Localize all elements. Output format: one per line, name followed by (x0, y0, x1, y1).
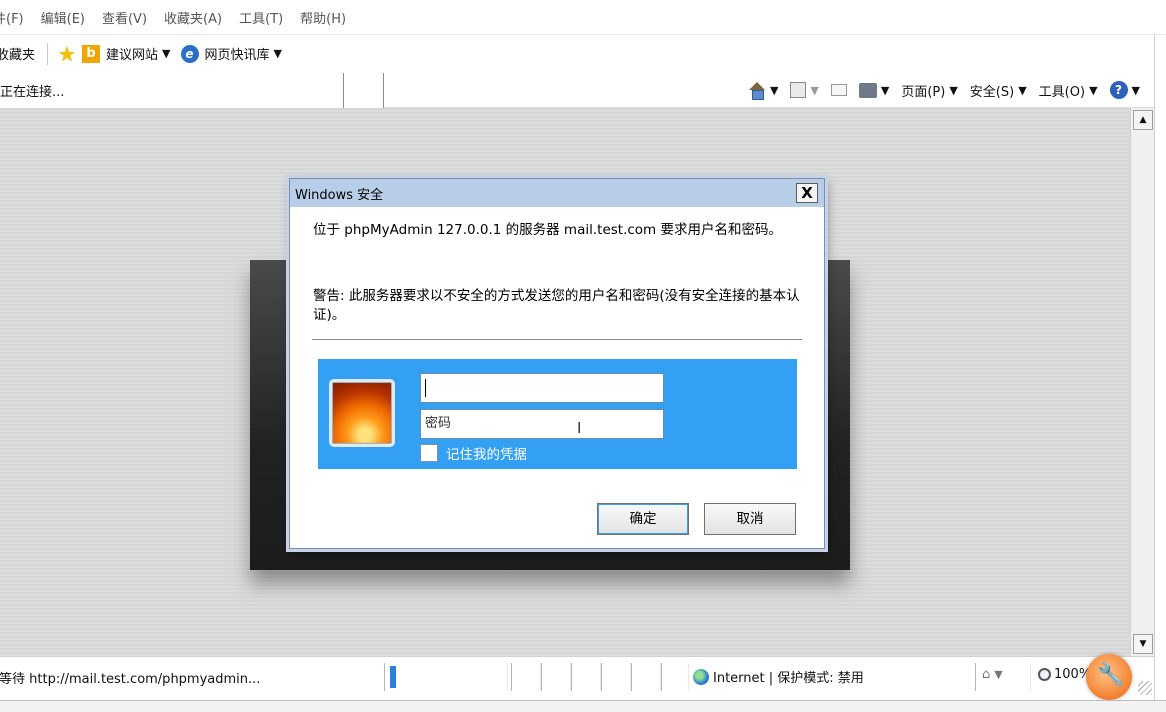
dialog-title-bar[interactable]: Windows 安全 (290, 179, 824, 207)
menu-help[interactable]: 帮助(H) (300, 8, 346, 27)
menu-edit[interactable]: 编辑(E) (41, 8, 85, 27)
remember-credentials[interactable]: 记住我的凭据 (420, 443, 527, 463)
protected-mode-button[interactable]: ⌂ ▼ (982, 667, 1003, 682)
text-caret (425, 378, 426, 397)
status-panel (571, 663, 601, 691)
home-button[interactable]: ▼ (748, 82, 779, 100)
add-favorite-star-icon[interactable] (58, 42, 76, 66)
tab-title: 正在连接... (0, 85, 65, 100)
credential-tile: 密码 I 记住我的凭据 (318, 359, 797, 469)
menu-file[interactable]: 件(F) (0, 8, 24, 27)
dialog-warning: 警告: 此服务器要求以不安全的方式发送您的用户名和密码(没有安全连接的基本认证)… (313, 288, 800, 323)
status-bar: 等待 http://mail.test.com/phpmyadmin... In… (0, 656, 1154, 700)
tools-menu-label: 工具(O) (1038, 84, 1086, 100)
help-icon: ? (1109, 81, 1128, 99)
scroll-down-button[interactable]: ▼ (1133, 634, 1153, 654)
new-tab-button[interactable] (344, 73, 384, 108)
chevron-down-icon: ▼ (1018, 83, 1027, 97)
suggested-sites-label: 建议网站 (106, 48, 159, 63)
resize-grip[interactable] (1138, 681, 1152, 695)
page-menu-button[interactable]: 页面(P) ▼ (901, 81, 957, 100)
web-slice-gallery-label: 网页快讯库 (204, 48, 270, 63)
command-bar: 正在连接... ▼ ▼ ▼ 页面(P) ▼ 安全(S) ▼ 工具(O) ▼ ? … (0, 72, 1166, 108)
username-field[interactable] (420, 373, 664, 403)
chevron-down-icon: ▼ (162, 47, 171, 60)
cancel-button[interactable]: 取消 (704, 503, 796, 535)
text-cursor-icon: I (577, 419, 582, 437)
menu-tools[interactable]: 工具(T) (239, 8, 283, 27)
chevron-down-icon: ▼ (1089, 83, 1098, 97)
mail-icon (830, 84, 847, 96)
favorites-button[interactable]: 收藏夹 (0, 44, 35, 63)
favorites-bar: 收藏夹 b 建议网站 ▼ e 网页快讯库 ▼ (0, 35, 1166, 72)
window-edge (1154, 35, 1166, 712)
remember-checkbox[interactable] (420, 444, 438, 462)
chevron-down-icon: ▼ (949, 83, 958, 97)
home-icon (748, 82, 766, 100)
tools-menu-button[interactable]: 工具(O) ▼ (1039, 81, 1098, 100)
progress-panel (384, 663, 508, 691)
close-button[interactable]: X (796, 183, 818, 203)
safety-menu-label: 安全(S) (969, 84, 1015, 100)
rss-icon (790, 82, 807, 98)
globe-icon (693, 668, 709, 685)
vertical-scrollbar[interactable]: ▲ ▼ (1130, 108, 1154, 656)
status-panel (511, 663, 541, 691)
password-field[interactable]: 密码 I (420, 409, 664, 439)
chevron-down-icon: ▼ (994, 668, 1003, 681)
status-text: 等待 http://mail.test.com/phpmyadmin... (0, 672, 261, 687)
read-mail-button[interactable] (830, 84, 847, 96)
command-buttons: ▼ ▼ ▼ 页面(P) ▼ 安全(S) ▼ 工具(O) ▼ ? ▼ (736, 78, 1140, 102)
suggested-sites-button[interactable]: b 建议网站 ▼ (82, 44, 171, 63)
taskbar-edge (0, 700, 1166, 712)
shield-icon: ⌂ (982, 667, 991, 682)
print-button[interactable]: ▼ (858, 82, 890, 98)
menu-view[interactable]: 查看(V) (102, 8, 147, 27)
safety-menu-button[interactable]: 安全(S) ▼ (970, 81, 1027, 100)
status-panel (631, 663, 661, 691)
dialog-title: Windows 安全 (295, 187, 384, 203)
ok-button[interactable]: 确定 (597, 503, 689, 535)
chevron-down-icon: ▼ (880, 83, 890, 97)
chevron-down-icon: ▼ (1131, 83, 1140, 97)
zoom-button[interactable]: 100% (1038, 667, 1091, 682)
windows-security-dialog: Windows 安全 X 位于 phpMyAdmin 127.0.0.1 的服务… (289, 178, 825, 549)
menu-bar: 件(F) 编辑(E) 查看(V) 收藏夹(A) 工具(T) 帮助(H) (0, 0, 1166, 35)
chevron-down-icon: ▼ (769, 83, 779, 97)
ie-icon: e (180, 44, 199, 63)
dialog-divider (312, 339, 802, 340)
bing-icon: b (82, 44, 101, 63)
feeds-button[interactable]: ▼ (790, 82, 819, 98)
dialog-message: 位于 phpMyAdmin 127.0.0.1 的服务器 mail.test.c… (313, 222, 782, 238)
menu-favorites[interactable]: 收藏夹(A) (164, 8, 222, 27)
status-panel (541, 663, 571, 691)
remember-label: 记住我的凭据 (446, 447, 527, 463)
status-panel (661, 663, 689, 691)
zone-label: Internet | 保护模式: 禁用 (713, 671, 864, 686)
status-panel (601, 663, 631, 691)
wrench-tool-icon[interactable] (1086, 654, 1132, 700)
progress-bar (390, 666, 396, 688)
scroll-up-button[interactable]: ▲ (1133, 110, 1153, 130)
security-zone[interactable]: Internet | 保护模式: 禁用 (693, 667, 864, 686)
user-avatar-icon (329, 379, 395, 447)
help-button[interactable]: ? ▼ (1109, 81, 1140, 99)
web-slice-gallery-button[interactable]: e 网页快讯库 ▼ (180, 44, 282, 63)
chevron-down-icon: ▼ (273, 47, 282, 60)
password-placeholder: 密码 (425, 416, 452, 431)
print-icon (858, 82, 877, 98)
page-menu-label: 页面(P) (901, 84, 946, 100)
zoom-icon (1038, 668, 1051, 681)
chevron-down-icon: ▼ (810, 83, 819, 97)
tab-current[interactable]: 正在连接... (0, 73, 344, 108)
favorites-separator (47, 42, 49, 65)
